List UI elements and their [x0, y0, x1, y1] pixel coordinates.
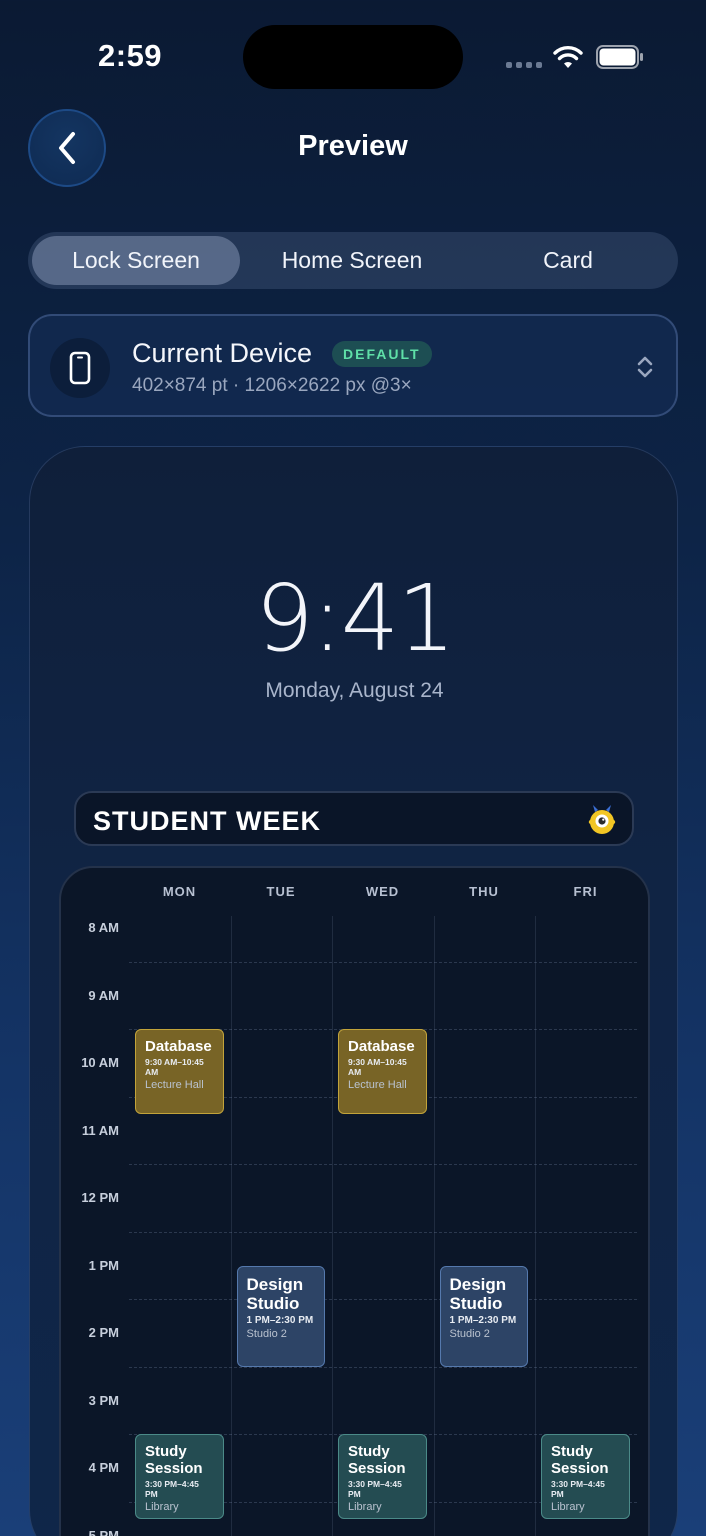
widget-title: STUDENT WEEK — [93, 806, 321, 836]
hour-label: 11 AM — [81, 1122, 119, 1138]
navigation-bar: Preview — [0, 108, 706, 188]
tab-lock-screen[interactable]: Lock Screen — [32, 236, 240, 285]
widget-header: STUDENT WEEK — [74, 791, 634, 846]
event-title: Design Studio — [246, 1274, 304, 1313]
half-hour-gridline — [129, 961, 637, 963]
lock-screen-date: Monday, August 24 — [265, 679, 444, 702]
day-header-wed: WED — [365, 884, 400, 899]
event-location: Studio 2 — [246, 1327, 287, 1340]
hour-label: 8 AM — [88, 920, 119, 935]
default-badge: DEFAULT — [332, 341, 432, 367]
status-bar: 2:59 — [0, 0, 706, 110]
event-time: 9:30 AM–10:45 AM — [348, 1057, 407, 1078]
column-divider — [535, 916, 536, 1536]
hour-label: 10 AM — [81, 1055, 119, 1070]
week-calendar: MON TUE WED THU FRI 8 AM 9 AM 10 AM 11 AM 12 PM 1 … — [59, 866, 650, 1536]
hour-label: 12 PM — [81, 1190, 119, 1205]
tab-card[interactable]: Card — [464, 236, 672, 285]
preview-mode-segmented-control: Lock Screen Home Screen Card — [28, 232, 678, 289]
day-header-thu: THU — [469, 884, 499, 899]
event-location: Studio 2 — [449, 1327, 490, 1340]
half-hour-gridline — [129, 1366, 637, 1368]
hour-label: 9 AM — [88, 987, 119, 1003]
event-time: 1 PM–2:30 PM — [246, 1314, 314, 1326]
device-spec: 402×874 pt · 1206×2622 px @3× — [132, 375, 412, 396]
event-title: Database — [145, 1038, 212, 1056]
page-title: Preview — [298, 130, 408, 162]
event-location: Lecture Hall — [348, 1079, 407, 1092]
day-header-tue: TUE — [266, 884, 296, 899]
calendar-event[interactable]: Study Session 3:30 PM–4:45 PM Library — [135, 1434, 224, 1519]
hour-label: 5 PM — [88, 1527, 119, 1536]
calendar-event[interactable]: Study Session 3:30 PM–4:45 PM Library — [338, 1434, 427, 1519]
calendar-event[interactable]: Design Studio 1 PM–2:30 PM Studio 2 — [236, 1265, 325, 1367]
event-title: Study Session — [551, 1443, 609, 1478]
event-title: Database — [348, 1038, 415, 1056]
device-name: Current Device — [132, 338, 313, 368]
hour-label: 2 PM — [88, 1325, 119, 1340]
cellular-signal-icon — [506, 62, 542, 68]
event-time: 1 PM–2:30 PM — [449, 1314, 517, 1326]
column-divider — [433, 916, 435, 1536]
status-time: 2:59 — [98, 38, 163, 73]
event-time: 9:30 AM–10:45 AM — [145, 1057, 204, 1078]
hour-label: 3 PM — [88, 1392, 119, 1408]
tab-home-screen[interactable]: Home Screen — [248, 236, 456, 285]
calendar-event[interactable]: Design Studio 1 PM–2:30 PM Studio 2 — [439, 1265, 528, 1367]
dynamic-island — [243, 25, 463, 89]
event-title: Design Studio — [449, 1274, 507, 1313]
hour-label: 1 PM — [88, 1257, 119, 1273]
half-hour-gridline — [129, 1231, 637, 1233]
calendar-event[interactable]: Database 9:30 AM–10:45 AM Lecture Hall — [338, 1029, 427, 1114]
calendar-event[interactable]: Study Session 3:30 PM–4:45 PM Library — [541, 1434, 630, 1519]
monster-mascot-icon — [588, 805, 616, 834]
event-time: 3:30 PM–4:45 PM — [145, 1479, 199, 1500]
hour-label: 4 PM — [88, 1460, 119, 1475]
event-location: Library — [145, 1501, 179, 1514]
wifi-icon — [553, 46, 583, 68]
phone-icon — [69, 351, 91, 385]
day-header-mon: MON — [162, 884, 197, 899]
event-title: Study Session — [348, 1443, 406, 1478]
lock-screen-preview: 9:41 Monday, August 24 STUDENT WEEK MON T… — [29, 446, 678, 1536]
event-title: Study Session — [145, 1443, 203, 1478]
device-selector[interactable]: Current Device DEFAULT 402×874 pt · 1206… — [28, 314, 678, 417]
day-header-fri: FRI — [573, 884, 598, 899]
half-hour-gridline — [129, 1164, 637, 1166]
chevron-up-down-icon — [637, 356, 653, 378]
device-icon-container — [50, 338, 110, 398]
event-time: 3:30 PM–4:45 PM — [348, 1479, 402, 1500]
half-hour-gridline — [129, 1299, 637, 1301]
calendar-event[interactable]: Database 9:30 AM–10:45 AM Lecture Hall — [135, 1029, 224, 1114]
event-location: Library — [348, 1501, 382, 1514]
battery-icon — [596, 45, 643, 69]
column-divider — [230, 916, 232, 1536]
lock-screen-time: 9:41 — [255, 565, 456, 672]
event-time: 3:30 PM–4:45 PM — [551, 1479, 605, 1500]
column-divider — [332, 916, 333, 1536]
event-location: Lecture Hall — [145, 1079, 204, 1092]
event-location: Library — [551, 1501, 585, 1514]
